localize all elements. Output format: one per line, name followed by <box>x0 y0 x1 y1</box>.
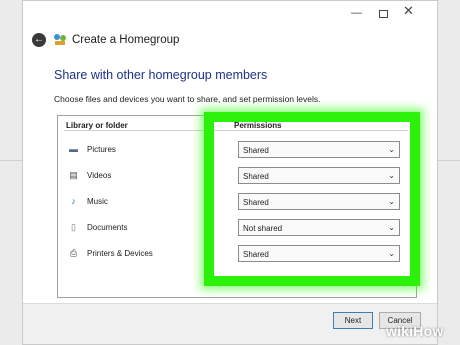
title-bar: — ✕ <box>23 1 437 27</box>
chevron-down-icon: ⌄ <box>388 249 395 258</box>
chevron-down-icon: ⌄ <box>388 223 395 232</box>
wizard-content: Share with other homegroup members Choos… <box>23 53 437 303</box>
watermark-suffix: How <box>413 323 444 339</box>
printer-icon: ⎙ <box>69 248 78 258</box>
row-label-music: Music <box>87 197 108 206</box>
desktop-divider-left <box>0 160 22 161</box>
table-row: ♪ Music Shared ⌄ <box>58 193 416 211</box>
page-heading: Share with other homegroup members <box>54 68 268 82</box>
wikihow-watermark: wikiHow <box>386 322 443 340</box>
select-value: Shared <box>243 250 269 259</box>
row-label-videos: Videos <box>87 171 112 180</box>
permission-select-printers-devices[interactable]: Shared ⌄ <box>238 245 400 262</box>
homegroup-window: — ✕ ← Create a Homegroup Share with othe… <box>22 0 438 345</box>
wizard-nav-bar: ← Create a Homegroup <box>23 27 437 53</box>
chevron-down-icon: ⌄ <box>388 171 395 180</box>
table-row: ▤ Videos Shared ⌄ <box>58 167 416 185</box>
permission-select-music[interactable]: Shared ⌄ <box>238 193 400 210</box>
maximize-button[interactable] <box>379 10 388 18</box>
watermark-brand: wiki <box>386 323 414 339</box>
table-row: ▬ Pictures Shared ⌄ <box>58 141 416 159</box>
sharing-table: Library or folder Permissions ▬ Pictures… <box>57 115 417 298</box>
select-value: Not shared <box>243 224 283 233</box>
close-button[interactable]: ✕ <box>403 4 414 18</box>
chevron-down-icon: ⌄ <box>388 145 395 154</box>
documents-icon: ▯ <box>71 222 76 232</box>
chevron-down-icon: ⌄ <box>388 197 395 206</box>
table-row: ⎙ Printers & Devices Shared ⌄ <box>58 245 416 263</box>
instruction-text: Choose files and devices you want to sha… <box>54 94 321 104</box>
videos-icon: ▤ <box>69 170 78 180</box>
next-button[interactable]: Next <box>333 312 373 329</box>
permission-select-pictures[interactable]: Shared ⌄ <box>238 141 400 158</box>
permission-select-videos[interactable]: Shared ⌄ <box>238 167 400 184</box>
permission-select-documents[interactable]: Not shared ⌄ <box>238 219 400 236</box>
homegroup-icon <box>54 34 66 45</box>
desktop-divider-right <box>438 160 460 161</box>
header-divider <box>64 130 408 131</box>
select-value: Shared <box>243 146 269 155</box>
pictures-icon: ▬ <box>69 144 78 154</box>
wizard-title: Create a Homegroup <box>72 34 180 46</box>
row-label-pictures: Pictures <box>87 145 116 154</box>
wizard-footer: Next Cancel <box>23 303 437 344</box>
minimize-button[interactable]: — <box>351 6 362 20</box>
select-value: Shared <box>243 198 269 207</box>
music-icon: ♪ <box>71 196 76 206</box>
select-value: Shared <box>243 172 269 181</box>
row-label-documents: Documents <box>87 223 128 232</box>
row-label-printers-devices: Printers & Devices <box>87 249 153 258</box>
table-row: ▯ Documents Not shared ⌄ <box>58 219 416 237</box>
back-arrow-icon[interactable]: ← <box>32 33 46 47</box>
